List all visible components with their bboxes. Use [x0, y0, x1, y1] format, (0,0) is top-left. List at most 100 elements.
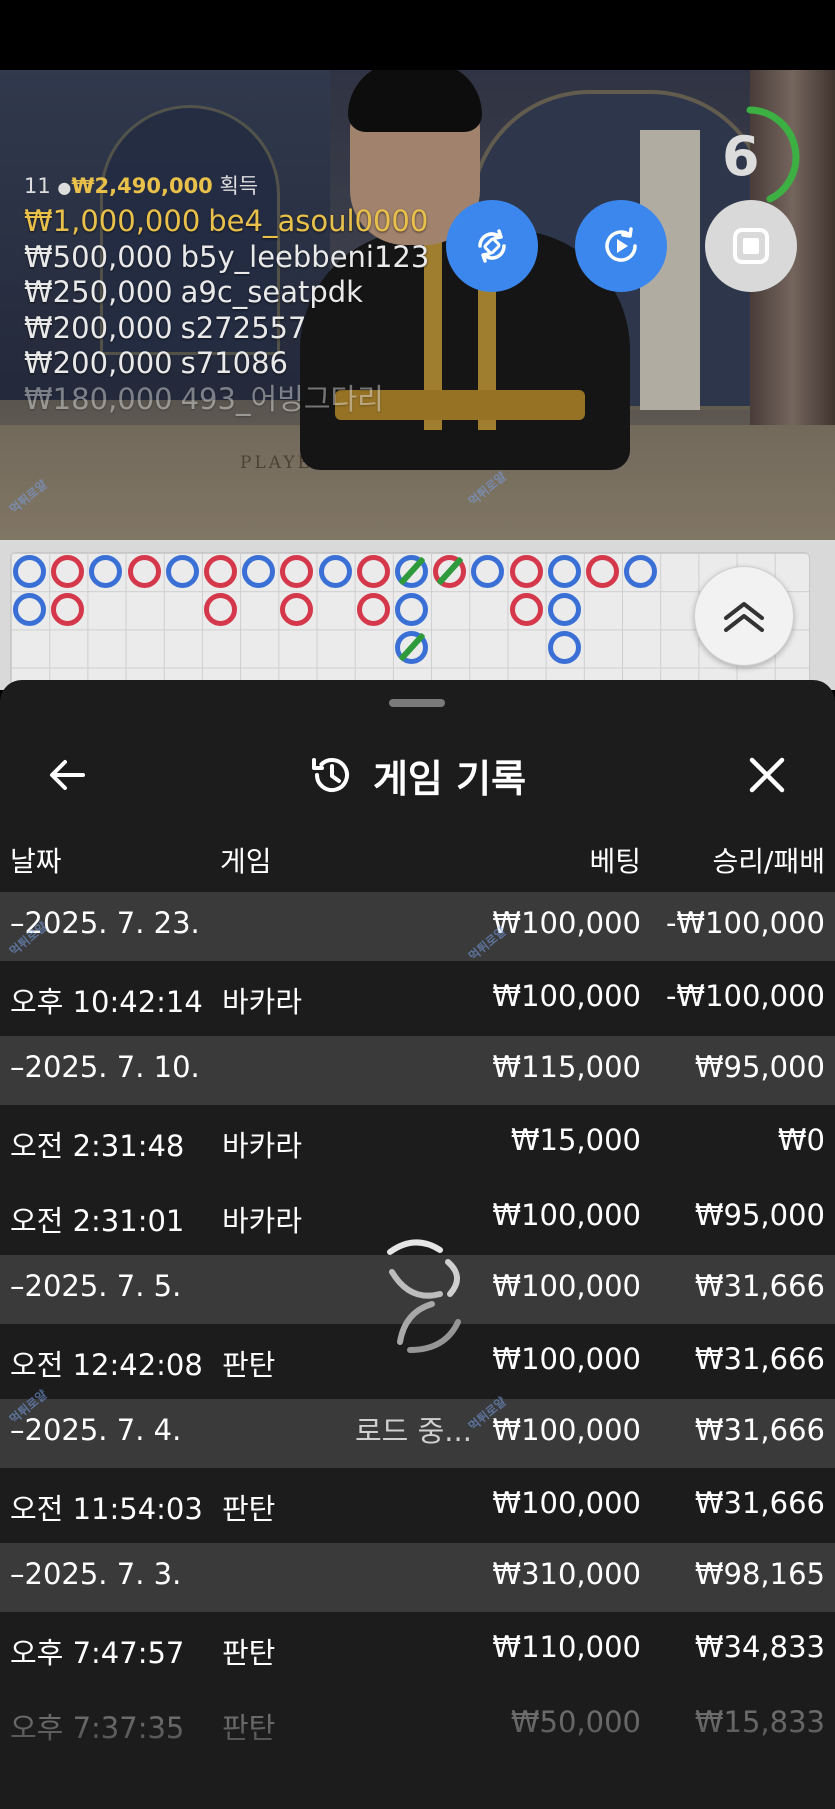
column-header-date: 날짜	[10, 845, 62, 878]
player-bead	[13, 555, 46, 588]
player-bead	[547, 631, 581, 665]
banker-bead	[127, 555, 161, 588]
row-game: 판탄	[222, 1636, 276, 1670]
column-header-game: 게임	[220, 845, 272, 878]
player-bead	[547, 593, 581, 627]
row-bet: ₩100,000	[492, 1198, 641, 1232]
date-group-row[interactable]: –2025. 7. 3. ₩310,000 ₩98,165	[0, 1543, 835, 1612]
row-bet: ₩100,000	[492, 1269, 641, 1303]
row-bet: ₩15,000	[510, 1123, 641, 1157]
player-bead	[242, 555, 276, 588]
row-result: ₩95,000	[694, 1050, 825, 1084]
row-result: ₩0	[777, 1123, 825, 1157]
row-bet: ₩100,000	[492, 1413, 641, 1447]
live-video: PLAYER BANKE 11 ●₩2,490,000 획득 ₩1,000,00…	[0, 70, 835, 540]
player-bead	[13, 593, 46, 627]
row-bet: ₩100,000	[492, 979, 641, 1013]
gain-label: 획득	[219, 174, 259, 198]
list-fade-overlay	[0, 1720, 835, 1809]
row-date: 오후 7:47:57	[10, 1636, 185, 1670]
person-icon: ●	[57, 178, 72, 197]
banker-bead	[280, 593, 314, 627]
double-chevron-up-icon	[724, 602, 764, 632]
sheet-header: 게임 기록	[0, 720, 835, 830]
row-game: 판탄	[222, 1492, 276, 1526]
leaderboard-entry: ₩250,000 a9c_seatpdk	[24, 275, 363, 309]
row-result: ₩31,666	[694, 1342, 825, 1376]
player-bead	[89, 555, 123, 588]
stop-button[interactable]	[705, 200, 797, 292]
history-row[interactable]: 오후 10:42:14 바카라 ₩100,000 -₩100,000	[0, 961, 835, 1036]
loading-spinner-icon	[387, 1239, 461, 1353]
row-bet: ₩100,000	[492, 906, 641, 940]
row-bet: ₩100,000	[492, 1486, 641, 1520]
row-date: –2025. 7. 10.	[10, 1050, 200, 1084]
row-result: -₩100,000	[665, 979, 825, 1013]
countdown-timer: 6	[722, 125, 760, 188]
row-result: ₩31,666	[694, 1413, 825, 1447]
player-count: 11	[24, 174, 51, 198]
loading-text: 로드 중...	[355, 1414, 472, 1448]
row-date: 오전 12:42:08	[10, 1348, 203, 1382]
row-game: 바카라	[222, 985, 303, 1019]
row-result: ₩98,165	[694, 1557, 825, 1591]
column-headers: 날짜 게임 베팅 승리/패배	[0, 832, 835, 892]
date-group-row[interactable]: –2025. 7. 23. ₩100,000 -₩100,000	[0, 892, 835, 961]
row-result: ₩31,666	[694, 1486, 825, 1520]
banker-bead	[356, 555, 390, 588]
close-button[interactable]	[740, 748, 794, 802]
history-row[interactable]: 오전 11:54:03 판탄 ₩100,000 ₩31,666	[0, 1468, 835, 1543]
bead-road-grid	[10, 552, 810, 690]
player-bead	[547, 555, 581, 588]
history-row[interactable]: 오전 2:31:48 바카라 ₩15,000 ₩0	[0, 1105, 835, 1180]
row-date: 오전 2:31:01	[10, 1204, 185, 1238]
row-bet: ₩115,000	[492, 1050, 641, 1084]
row-date: –2025. 7. 5.	[10, 1269, 182, 1303]
leaderboard-entry: ₩200,000 s272557	[24, 310, 307, 345]
banker-bead	[586, 555, 619, 588]
replay-icon	[605, 227, 637, 262]
row-result: -₩100,000	[665, 906, 825, 940]
row-date: –2025. 7. 3.	[10, 1557, 182, 1591]
row-game: 판탄	[222, 1348, 276, 1382]
drag-handle[interactable]	[389, 699, 445, 707]
player-bead	[471, 555, 505, 588]
banker-bead	[204, 555, 237, 588]
row-result: ₩31,666	[694, 1269, 825, 1303]
rotate-icon	[478, 229, 506, 263]
banker-bead	[51, 555, 85, 588]
banker-bead	[280, 555, 314, 588]
row-date: 오후 10:42:14	[10, 985, 203, 1019]
row-result: ₩95,000	[694, 1198, 825, 1232]
sheet-title-group: 게임 기록	[0, 748, 835, 802]
column-header-result: 승리/패배	[712, 845, 825, 878]
player-bead	[624, 555, 658, 588]
row-date: –2025. 7. 4.	[10, 1413, 182, 1447]
total-win: ₩2,490,000	[71, 174, 213, 198]
expand-up-button[interactable]	[694, 566, 794, 666]
sheet-title: 게임 기록	[372, 756, 527, 801]
close-icon	[749, 757, 785, 793]
banker-bead	[204, 593, 237, 627]
player-bead	[165, 555, 199, 588]
row-result: ₩34,833	[694, 1630, 825, 1664]
row-game: 바카라	[222, 1204, 303, 1238]
row-game: 바카라	[222, 1129, 303, 1163]
leaderboard-entry: ₩200,000 s71086	[24, 346, 288, 380]
banker-bead	[51, 593, 85, 627]
row-bet: ₩100,000	[492, 1342, 641, 1376]
banker-bead	[509, 593, 543, 627]
row-date: 오전 11:54:03	[10, 1492, 203, 1526]
status-bar	[0, 0, 835, 70]
row-bet: ₩310,000	[492, 1557, 641, 1591]
row-bet: ₩110,000	[492, 1630, 641, 1664]
history-icon	[311, 758, 349, 792]
replay-button[interactable]	[575, 200, 667, 292]
rotate-view-button[interactable]	[446, 200, 538, 292]
banker-bead	[509, 555, 543, 588]
row-date: 오전 2:31:48	[10, 1129, 185, 1163]
date-group-row[interactable]: –2025. 7. 10. ₩115,000 ₩95,000	[0, 1036, 835, 1105]
stop-icon	[733, 228, 769, 264]
player-bead	[395, 593, 428, 627]
history-row[interactable]: 오후 7:47:57 판탄 ₩110,000 ₩34,833	[0, 1612, 835, 1687]
